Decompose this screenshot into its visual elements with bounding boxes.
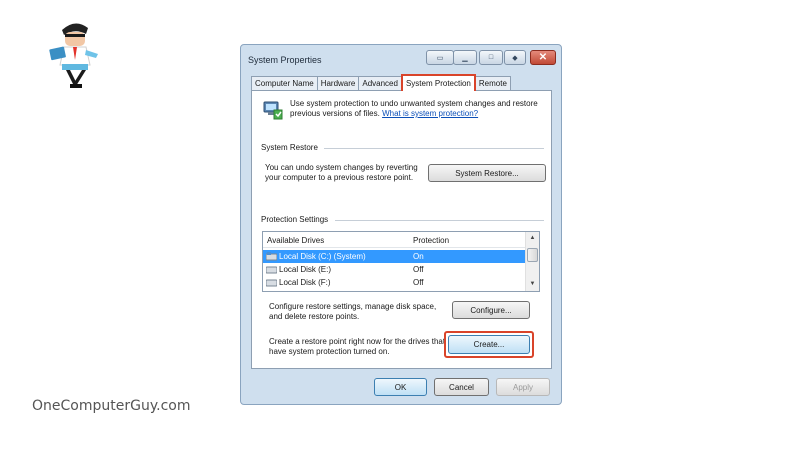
protection-settings-divider <box>335 220 544 221</box>
drives-scrollbar[interactable]: ▲ ▼ <box>525 232 539 291</box>
apply-button[interactable]: Apply <box>496 378 550 396</box>
drive-name: Local Disk (C:) (System) <box>279 252 366 261</box>
system-drive-icon <box>266 252 277 261</box>
system-restore-divider <box>324 148 544 149</box>
drive-name: Local Disk (F:) <box>279 278 331 287</box>
create-button-highlight: Create... <box>444 331 534 358</box>
what-is-system-protection-link[interactable]: What is system protection? <box>382 109 478 118</box>
cancel-button[interactable]: Cancel <box>434 378 489 396</box>
close-icon: ✕ <box>538 52 548 63</box>
system-restore-description: You can undo system changes by reverting… <box>265 163 418 182</box>
drive-row-f[interactable]: Local Disk (F:) Off <box>263 276 526 289</box>
drive-protection-status: Off <box>413 278 424 287</box>
ok-button[interactable]: OK <box>374 378 427 396</box>
close-button[interactable]: ✕ <box>530 50 556 65</box>
tab-remote[interactable]: Remote <box>474 76 511 91</box>
minimize-button[interactable]: ▁ <box>453 50 477 65</box>
maximize-button[interactable]: □ <box>479 50 503 65</box>
tab-advanced[interactable]: Advanced <box>358 76 402 91</box>
intro-description: Use system protection to undo unwanted s… <box>290 99 545 119</box>
window-control-extra[interactable]: ▭ <box>426 50 454 65</box>
column-available-drives[interactable]: Available Drives <box>267 236 324 245</box>
drive-name: Local Disk (E:) <box>279 265 332 274</box>
resize-button[interactable]: ◆ <box>504 50 526 65</box>
system-properties-window: System Properties ▭ ▁ □ ◆ ✕ Computer Nam… <box>240 44 562 405</box>
scroll-up-icon[interactable]: ▲ <box>526 232 539 244</box>
drives-list[interactable]: Available Drives Protection Local Disk (… <box>262 231 540 292</box>
minimize-icon: ▁ <box>462 54 468 62</box>
scroll-down-icon[interactable]: ▼ <box>526 278 539 290</box>
tab-hardware[interactable]: Hardware <box>316 76 360 91</box>
drive-row-c[interactable]: Local Disk (C:) (System) On <box>263 250 526 263</box>
drive-protection-status: On <box>413 252 424 261</box>
system-restore-group-title: System Restore <box>261 143 318 152</box>
system-restore-button[interactable]: System Restore... <box>428 164 546 182</box>
create-description: Create a restore point right now for the… <box>269 337 446 356</box>
protection-settings-group-title: Protection Settings <box>261 215 329 224</box>
configure-button[interactable]: Configure... <box>452 301 530 319</box>
drive-icon <box>266 266 277 274</box>
scroll-thumb[interactable] <box>527 248 538 262</box>
window-control-icon: ▭ <box>436 54 444 62</box>
drive-row-e[interactable]: Local Disk (E:) Off <box>263 263 526 276</box>
maximize-icon: □ <box>488 54 494 61</box>
tab-system-protection[interactable]: System Protection <box>400 74 476 91</box>
tab-strip: Computer Name Hardware Advanced System P… <box>251 74 511 91</box>
system-protection-icon <box>263 101 283 120</box>
drives-list-header: Available Drives Protection <box>263 232 526 248</box>
system-protection-panel: Use system protection to undo unwanted s… <box>251 90 552 369</box>
configure-description: Configure restore settings, manage disk … <box>269 302 437 321</box>
window-title: System Properties <box>248 55 322 65</box>
tab-computer-name[interactable]: Computer Name <box>251 76 318 91</box>
drive-icon <box>266 279 277 287</box>
column-protection[interactable]: Protection <box>413 236 449 245</box>
onecomputerguy-logo <box>49 23 98 88</box>
site-caption: OneComputerGuy.com <box>32 398 191 414</box>
drive-protection-status: Off <box>413 265 424 274</box>
resize-icon: ◆ <box>512 54 518 62</box>
create-button[interactable]: Create... <box>448 335 530 354</box>
